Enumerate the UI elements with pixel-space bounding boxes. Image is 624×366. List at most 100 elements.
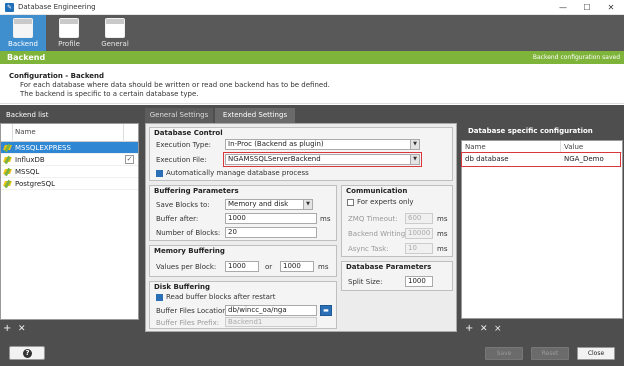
buffer-prefix-input[interactable]: Backend1 xyxy=(225,317,317,327)
zmq-timeout-input[interactable]: 600 xyxy=(405,213,433,224)
execution-file-label: Execution File: xyxy=(156,156,207,164)
number-of-blocks-label: Number of Blocks: xyxy=(156,229,221,237)
group-title: Memory Buffering xyxy=(154,247,225,255)
execution-type-select[interactable]: In-Proc (Backend as plugin) ▼ xyxy=(225,139,420,150)
close-window-button[interactable]: ✕ xyxy=(600,0,622,15)
group-title: Communication xyxy=(346,187,408,195)
backend-name: InfluxDB xyxy=(15,156,45,164)
tab-general-settings[interactable]: General Settings xyxy=(145,108,213,123)
column-header-value[interactable]: Value xyxy=(564,143,583,151)
save-blocks-select[interactable]: Memory and disk ▼ xyxy=(225,199,313,210)
backend-name: MSSQL xyxy=(15,168,40,176)
save-button[interactable]: Save xyxy=(485,347,523,360)
buffer-after-label: Buffer after: xyxy=(156,215,199,223)
table-row[interactable]: MSSQL xyxy=(1,166,138,178)
table-row[interactable]: MSSQLEXPRESS xyxy=(1,142,138,154)
info-heading: Configuration - Backend xyxy=(9,72,105,80)
unit-label: ms xyxy=(437,245,448,253)
experts-checkbox[interactable] xyxy=(347,199,354,206)
plug-icon xyxy=(3,180,12,188)
section-title: Backend xyxy=(7,53,46,62)
dropdown-arrow-icon: ▼ xyxy=(410,140,419,149)
active-checkbox[interactable]: ✓ xyxy=(125,155,134,164)
split-size-label: Split Size: xyxy=(348,278,383,286)
status-message: Backend configuration saved xyxy=(532,54,620,61)
tab-backend[interactable]: Backend xyxy=(0,15,46,51)
read-after-restart-checkbox[interactable] xyxy=(156,294,163,301)
module-tab-strip: Backend Profile General xyxy=(0,15,624,51)
memory-buffering-group: Memory Buffering Values per Block: 1000 … xyxy=(149,245,337,277)
values-per-block-input[interactable]: 1000 xyxy=(225,261,259,272)
disk-buffering-group: Disk Buffering Read buffer blocks after … xyxy=(149,281,337,329)
buffer-after-input[interactable]: 1000 xyxy=(225,213,317,224)
backend-writing-label: Backend Writing: xyxy=(348,230,408,238)
folder-browse-icon[interactable]: ▬ xyxy=(320,305,332,316)
window-title: Database Engineering xyxy=(18,3,96,11)
auto-manage-label: Automatically manage database process xyxy=(166,169,309,177)
tab-profile-label: Profile xyxy=(58,40,80,48)
section-header: Backend Backend configuration saved xyxy=(0,51,624,64)
plug-icon xyxy=(3,156,12,164)
tab-extended-settings[interactable]: Extended Settings xyxy=(215,108,295,123)
db-config-table: Name Value db database NGA_Demo xyxy=(461,140,623,319)
zmq-timeout-label: ZMQ Timeout: xyxy=(348,215,398,223)
backend-name: PostgreSQL xyxy=(15,180,55,188)
settings-panel: Database Control Execution Type: In-Proc… xyxy=(145,123,457,332)
backend-list-title: Backend list xyxy=(6,111,49,119)
plug-icon xyxy=(3,168,12,176)
unit-label: ms xyxy=(320,215,331,223)
window-icon xyxy=(59,18,79,38)
backend-name: MSSQLEXPRESS xyxy=(15,144,71,152)
dropdown-arrow-icon: ▼ xyxy=(410,155,419,164)
database-parameters-group: Database Parameters Split Size: 1000 xyxy=(341,261,453,291)
group-title: Buffering Parameters xyxy=(154,187,239,195)
add-config-button[interactable]: + xyxy=(465,322,477,336)
number-of-blocks-input[interactable]: 20 xyxy=(225,227,317,238)
window-title-bar: ✎ Database Engineering — ☐ ✕ xyxy=(0,0,624,15)
add-backend-button[interactable]: + xyxy=(3,322,15,336)
tab-profile[interactable]: Profile xyxy=(46,15,92,51)
split-size-input[interactable]: 1000 xyxy=(405,276,433,287)
async-task-label: Async Task: xyxy=(348,245,389,253)
table-header: Name xyxy=(1,124,138,142)
app-icon: ✎ xyxy=(5,3,14,12)
tab-general-label: General xyxy=(101,40,129,48)
async-task-input[interactable]: 10 xyxy=(405,243,433,254)
close-button[interactable]: Close xyxy=(577,347,615,360)
database-control-group: Database Control Execution Type: In-Proc… xyxy=(149,127,453,181)
table-row[interactable]: InfluxDB ✓ xyxy=(1,154,138,166)
tab-backend-label: Backend xyxy=(8,40,38,48)
group-title: Disk Buffering xyxy=(154,283,211,291)
block-time-input[interactable]: 1000 xyxy=(280,261,314,272)
highlight-box xyxy=(461,152,621,167)
buffer-location-label: Buffer Files Location: xyxy=(156,307,230,315)
auto-manage-checkbox[interactable] xyxy=(156,170,163,177)
window-icon xyxy=(105,18,125,38)
column-header-name[interactable]: Name xyxy=(15,128,36,136)
minimize-button[interactable]: — xyxy=(552,0,574,15)
unit-label: ms xyxy=(318,263,329,271)
unit-label: ms xyxy=(437,215,448,223)
help-icon: ? xyxy=(23,349,32,358)
clear-config-button[interactable]: ⨯ xyxy=(494,322,506,336)
maximize-button[interactable]: ☐ xyxy=(576,0,598,15)
info-text: For each database where data should be w… xyxy=(20,81,330,89)
window-icon xyxy=(13,18,33,38)
group-title: Database Parameters xyxy=(346,263,432,271)
table-row[interactable]: PostgreSQL xyxy=(1,178,138,190)
values-per-block-label: Values per Block: xyxy=(156,263,217,271)
group-title: Database Control xyxy=(154,129,223,137)
reset-button[interactable]: Reset xyxy=(531,347,569,360)
info-text: The backend is specific to a certain dat… xyxy=(20,90,199,98)
buffer-location-input[interactable]: db/wincc_oa/nga xyxy=(225,305,317,316)
save-blocks-label: Save Blocks to: xyxy=(156,201,210,209)
tab-general[interactable]: General xyxy=(92,15,138,51)
backend-writing-input[interactable]: 10000 xyxy=(405,228,433,239)
dropdown-arrow-icon: ▼ xyxy=(303,200,312,209)
column-header-name[interactable]: Name xyxy=(465,143,486,151)
read-after-restart-label: Read buffer blocks after restart xyxy=(166,293,276,301)
remove-backend-button[interactable]: ✕ xyxy=(18,322,30,336)
remove-config-button[interactable]: ✕ xyxy=(480,322,492,336)
execution-file-select[interactable]: NGAMSSQLServerBackend ▼ xyxy=(225,154,420,165)
help-button[interactable]: ? xyxy=(9,346,45,360)
